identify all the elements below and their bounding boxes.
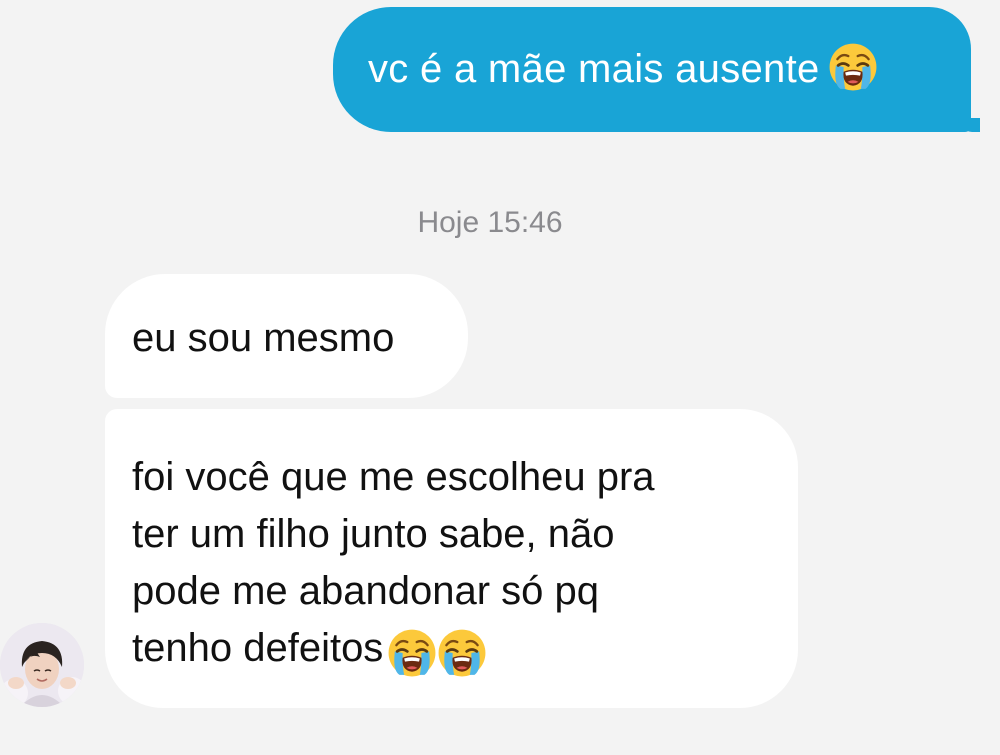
message-timestamp: Hoje 15:46 — [417, 206, 563, 239]
sent-message-bubble[interactable]: vc é a mãe mais ausente — [333, 7, 980, 132]
sent-message-text: vc é a mãe mais ausente — [368, 47, 820, 91]
received-message-bubble[interactable]: eu sou mesmo — [105, 274, 468, 398]
loudly-crying-face-icon — [828, 42, 878, 92]
received-message-bubble[interactable]: foi você que me escolheu pra ter um filh… — [105, 409, 798, 708]
loudly-crying-face-icon — [387, 628, 437, 678]
loudly-crying-face-icon — [437, 628, 487, 678]
avatar[interactable] — [0, 623, 84, 707]
chat-thread: vc é a mãe mais ausente Hoje 15:46 eu so… — [0, 0, 1000, 755]
received-message-text: eu sou mesmo — [132, 315, 395, 360]
bubble-tail — [958, 118, 980, 132]
profile-photo-icon — [0, 623, 84, 707]
